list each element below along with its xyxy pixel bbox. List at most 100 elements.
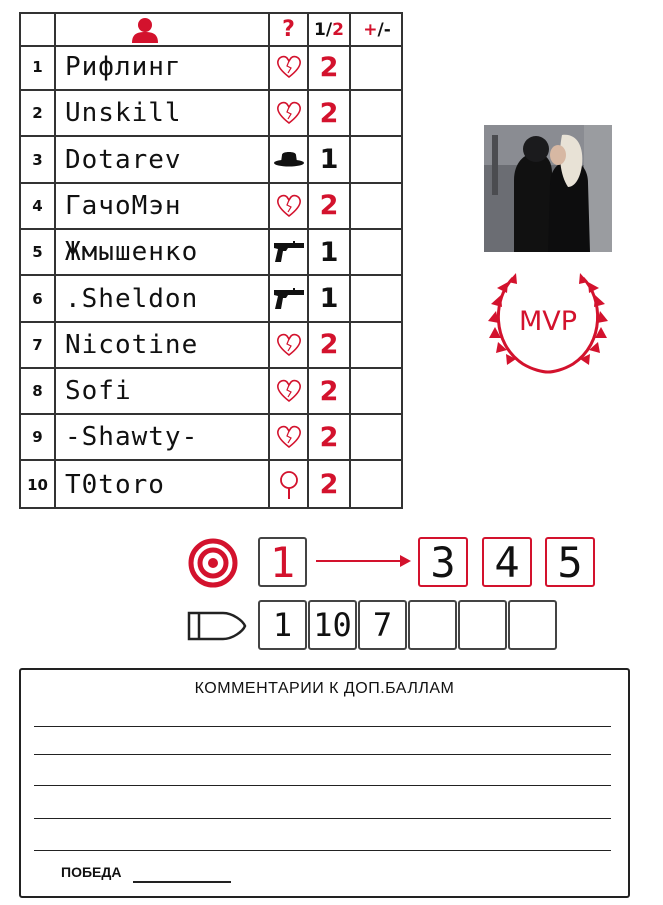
hat-icon	[270, 138, 307, 182]
heart-icon	[270, 184, 307, 228]
player-photo	[484, 125, 612, 252]
divider	[307, 14, 309, 507]
row-number: 8	[32, 382, 43, 401]
pistol-icon	[270, 277, 307, 321]
team-number: 2	[319, 421, 339, 453]
comment-line[interactable]	[34, 726, 611, 727]
divider	[54, 14, 56, 507]
table-row: 6 .Sheldon 1	[21, 277, 401, 323]
shot-box[interactable]: 10	[308, 600, 357, 650]
score-cell[interactable]	[351, 45, 403, 89]
score-header-plus: +	[363, 19, 378, 40]
table-row: 10 T0toro 2	[21, 462, 401, 508]
score-cell[interactable]	[351, 184, 403, 228]
shot-box[interactable]: 1	[258, 600, 307, 650]
player-name: .Sheldon	[65, 283, 199, 314]
role-column-header: ?	[282, 17, 295, 42]
comments-panel: КОММЕНТАРИИ К ДОП.БАЛЛАМ ПОБЕДА	[19, 668, 630, 898]
row-number: 1	[32, 58, 43, 76]
shot-box[interactable]: 7	[358, 600, 407, 650]
player-name: -Shawty-	[65, 422, 199, 453]
player-header-icon-cell	[21, 14, 268, 45]
table-row: 5 Жмышенко 1	[21, 230, 403, 277]
score-column-header: +/-	[363, 20, 391, 40]
person-icon	[131, 17, 158, 43]
comments-title: КОММЕНТАРИИ К ДОП.БАЛЛАМ	[194, 680, 455, 697]
score-cell[interactable]	[351, 369, 403, 413]
team-number: 2	[319, 51, 339, 83]
table-row: 8 Sofi 2	[21, 369, 403, 416]
score-header-minus: /-	[377, 19, 391, 40]
player-name: Рифлинг	[65, 52, 182, 82]
player-table: ? 1/2 +/- 1 Рифлинг 2 2 Unskill 2 3 Dotarev 1 4 Га…	[19, 12, 403, 509]
table-row: 9 -Shawty- 2	[21, 415, 403, 462]
mvp-badge: MVP	[483, 268, 613, 376]
team-number: 2	[319, 190, 339, 222]
score-cell[interactable]	[351, 323, 403, 367]
table-row: 3 Dotarev 1	[21, 138, 401, 184]
heart-icon	[270, 415, 307, 459]
chain-target-box: 4	[482, 537, 532, 587]
team-number: 2	[319, 469, 339, 501]
row-number: 10	[27, 475, 48, 494]
player-name: Dotarev	[65, 144, 182, 175]
shot-box[interactable]	[508, 600, 557, 650]
first-target-box: 1	[258, 537, 307, 587]
shot-box[interactable]	[458, 600, 507, 650]
row-number: 2	[32, 104, 43, 123]
comment-line[interactable]	[34, 818, 611, 819]
heart-icon	[270, 323, 307, 367]
comment-line[interactable]	[34, 850, 611, 851]
row-number: 4	[32, 196, 43, 215]
table-row: 2 Unskill 2	[21, 91, 403, 138]
player-name: Sofi	[65, 376, 132, 407]
score-cell[interactable]	[351, 138, 403, 182]
row-number: 5	[32, 243, 43, 262]
comment-line[interactable]	[34, 754, 611, 755]
row-number: 6	[32, 289, 43, 308]
heart-icon	[270, 45, 307, 89]
magnifier-icon	[270, 462, 307, 508]
bullet-icon	[187, 611, 247, 641]
team-number: 1	[319, 283, 339, 314]
row-number: 3	[32, 150, 43, 169]
team-number: 1	[319, 236, 339, 268]
player-name: T0toro	[65, 469, 165, 500]
score-cell[interactable]	[351, 277, 403, 321]
win-label: ПОБЕДА	[61, 864, 122, 880]
player-name: ГачоМэн	[65, 190, 182, 221]
divider	[268, 14, 270, 507]
shot-box[interactable]	[408, 600, 457, 650]
player-name: Жмышенко	[65, 237, 199, 268]
chain-target-box: 5	[545, 537, 595, 587]
team-number: 1	[319, 144, 339, 176]
heart-icon	[270, 369, 307, 413]
table-row: 1 Рифлинг 2	[21, 45, 401, 91]
score-cell[interactable]	[351, 230, 403, 274]
score-cell[interactable]	[351, 415, 403, 459]
table-row: 7 Nicotine 2	[21, 323, 401, 369]
pistol-icon	[270, 230, 307, 274]
table-row: 4 ГачоМэн 2	[21, 184, 401, 230]
score-cell[interactable]	[351, 91, 403, 135]
heart-icon	[270, 91, 307, 135]
photo-image	[484, 125, 612, 252]
arrow-right-icon	[316, 555, 411, 567]
table-header: ? 1/2 +/-	[21, 14, 401, 47]
chain-target-box: 3	[418, 537, 468, 587]
win-input-line[interactable]	[133, 881, 231, 883]
score-cell[interactable]	[351, 462, 403, 508]
row-number: 7	[32, 335, 43, 354]
team-header-part-2: 2	[332, 19, 344, 40]
row-number: 9	[32, 428, 43, 447]
team-number: 2	[319, 329, 339, 361]
mvp-label: MVP	[518, 306, 578, 337]
team-number: 2	[319, 375, 339, 407]
team-column-header: 1/2	[314, 20, 344, 40]
team-header-part-1: 1/	[314, 19, 333, 40]
target-icon	[188, 538, 238, 588]
player-name: Nicotine	[65, 329, 199, 360]
player-name: Unskill	[65, 98, 182, 129]
team-number: 2	[319, 97, 339, 129]
comment-line[interactable]	[34, 785, 611, 786]
